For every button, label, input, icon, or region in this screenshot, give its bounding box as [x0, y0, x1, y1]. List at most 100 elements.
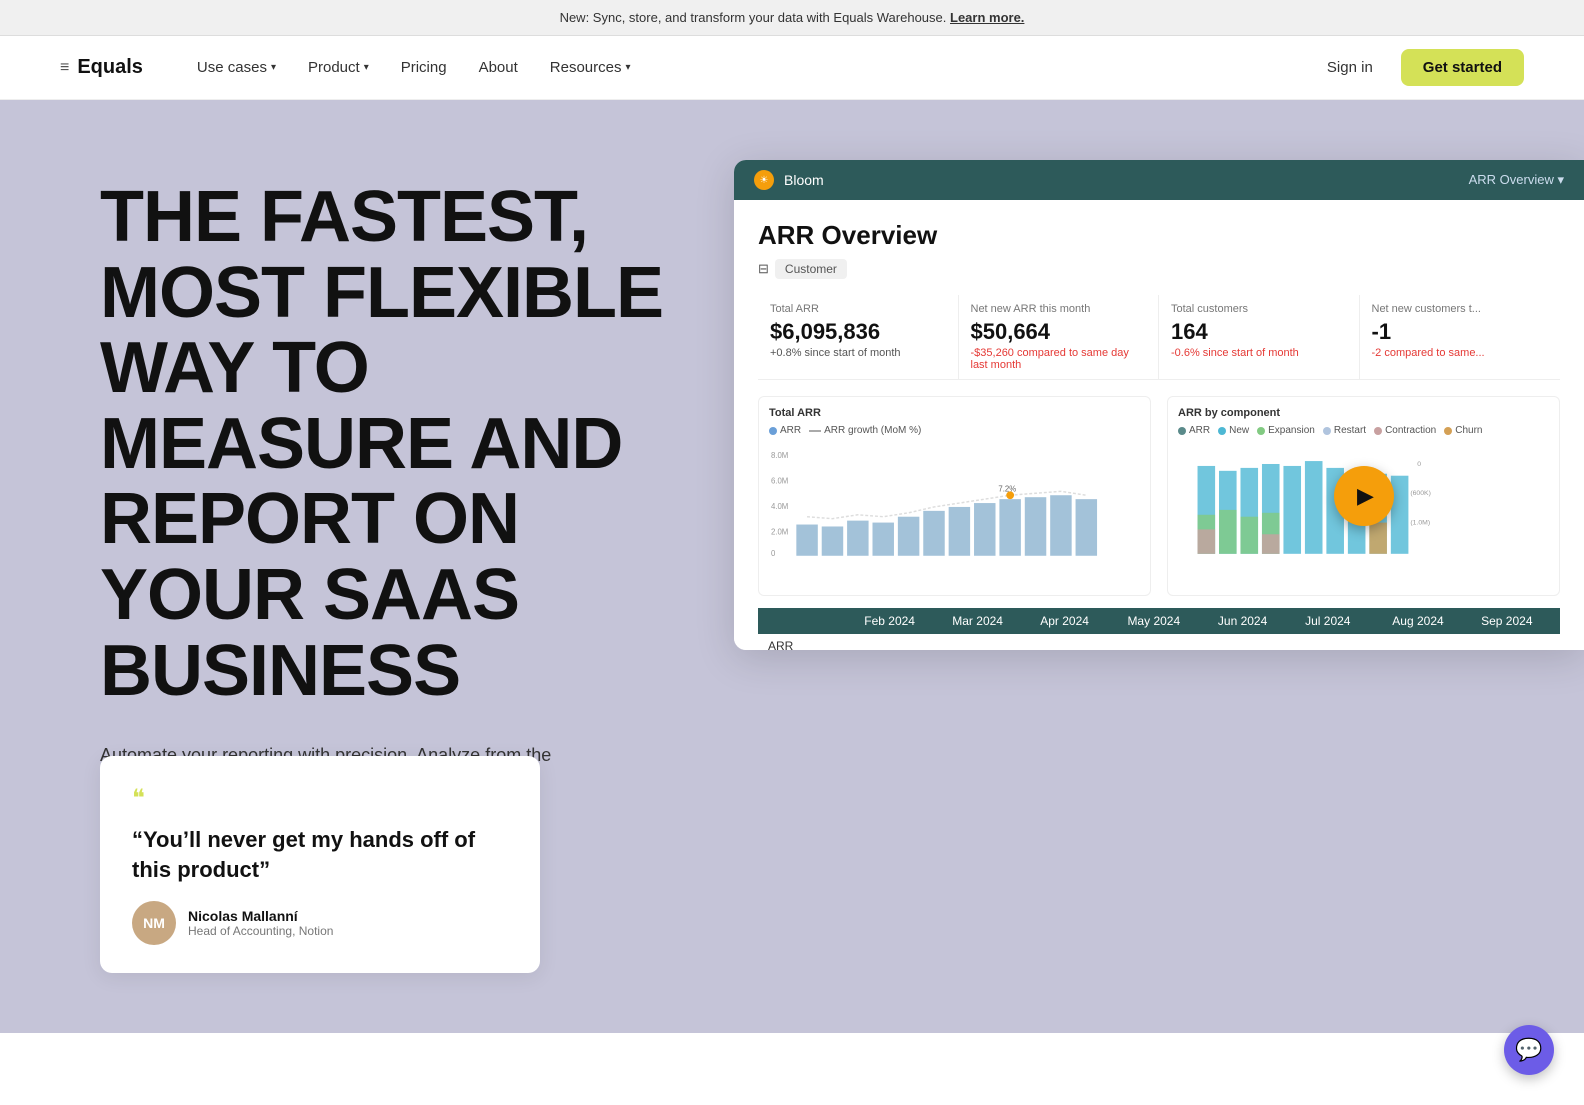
nav-resources[interactable]: Resources ▾	[536, 51, 645, 84]
table-row-arr: ARR	[758, 634, 1560, 650]
author-name: Nicolas Mallanní	[188, 908, 333, 924]
nav-pricing[interactable]: Pricing	[387, 51, 461, 84]
nav-product-label: Product	[308, 59, 360, 76]
svg-text:7.2%: 7.2%	[998, 484, 1016, 493]
metric-value-1: $50,664	[971, 319, 1147, 345]
svg-text:8.0M: 8.0M	[771, 451, 788, 460]
nav-use-cases[interactable]: Use cases ▾	[183, 51, 290, 84]
metric-change-1: -$35,260 compared to same day last month	[971, 347, 1147, 371]
legend-dot-churn	[1444, 427, 1452, 435]
svg-text:4.0M: 4.0M	[771, 502, 788, 511]
chart1-title: Total ARR	[769, 407, 821, 419]
legend-dot-arr-c	[1178, 427, 1186, 435]
nav-about[interactable]: About	[465, 51, 532, 84]
sign-in-button[interactable]: Sign in	[1315, 51, 1385, 84]
metric-change-0: +0.8% since start of month	[770, 347, 946, 359]
metric-label-0: Total ARR	[770, 303, 946, 315]
testimonial-author: NM Nicolas Mallanní Head of Accounting, …	[132, 901, 508, 945]
chevron-down-icon: ▾	[271, 62, 276, 73]
table-header-feb: Feb 2024	[854, 608, 942, 634]
legend-dot-contraction	[1374, 427, 1382, 435]
legend-dot-expansion	[1257, 427, 1265, 435]
charts-row: Total ARR ARR ARR growth (MoM %)	[758, 396, 1560, 596]
nav-links: Use cases ▾ Product ▾ Pricing About Reso…	[183, 51, 1315, 84]
legend-arr-c: ARR	[1178, 425, 1210, 436]
play-button[interactable]: ▶	[1334, 466, 1394, 526]
legend-expansion: Expansion	[1257, 425, 1315, 436]
metric-label-3: Net new customers t...	[1372, 303, 1549, 315]
table-header-jul: Jul 2024	[1295, 608, 1382, 634]
testimonial-card: ❝ “You’ll never get my hands off of this…	[100, 756, 540, 972]
table-header-aug: Aug 2024	[1382, 608, 1471, 634]
svg-text:(600K): (600K)	[1410, 490, 1431, 497]
logo-link[interactable]: ≡ Equals	[60, 56, 143, 79]
arr-chart: Total ARR ARR ARR growth (MoM %)	[758, 396, 1151, 596]
svg-text:2.0M: 2.0M	[771, 527, 788, 536]
legend-churn: Churn	[1444, 425, 1482, 436]
table-header-row	[758, 608, 854, 634]
chevron-down-icon: ▾	[364, 62, 369, 73]
nav-pricing-label: Pricing	[401, 59, 447, 76]
arr-bar-chart: 8.0M 6.0M 4.0M 2.0M 0	[769, 440, 1140, 570]
chart2-title: ARR by component	[1178, 407, 1280, 419]
legend-arr: ARR	[769, 425, 801, 436]
nav-resources-label: Resources	[550, 59, 622, 76]
legend-contraction: Contraction	[1374, 425, 1436, 436]
metric-total-customers: Total customers 164 -0.6% since start of…	[1159, 295, 1360, 379]
get-started-nav-button[interactable]: Get started	[1401, 49, 1524, 86]
metric-label-1: Net new ARR this month	[971, 303, 1147, 315]
announcement-bar: New: Sync, store, and transform your dat…	[0, 0, 1584, 36]
hamburger-icon: ≡	[60, 59, 69, 77]
dashboard-header-left: ☀ Bloom	[754, 170, 824, 190]
dashboard-body: ARR Overview ⊟ Customer Total ARR $6,095…	[734, 200, 1584, 650]
legend-dot-arr	[769, 427, 777, 435]
metric-change-3: -2 compared to same...	[1372, 347, 1549, 359]
chart1-legend: ARR ARR growth (MoM %)	[769, 425, 1140, 436]
arr-data-table: Feb 2024 Mar 2024 Apr 2024 May 2024 Jun …	[758, 608, 1560, 650]
metric-net-new-customers: Net new customers t... -1 -2 compared to…	[1360, 295, 1561, 379]
metric-net-new-arr: Net new ARR this month $50,664 -$35,260 …	[959, 295, 1160, 379]
filter-row: ⊟ Customer	[758, 259, 1560, 279]
author-title: Head of Accounting, Notion	[188, 924, 333, 938]
chart2-legend: ARR New Expansion Restart	[1178, 425, 1549, 436]
svg-text:(1.0M): (1.0M)	[1410, 520, 1430, 527]
chart1-title-row: Total ARR	[769, 407, 1140, 419]
quote-text: “You’ll never get my hands off of this p…	[132, 825, 508, 884]
table-header-jun: Jun 2024	[1208, 608, 1295, 634]
nav-about-label: About	[479, 59, 518, 76]
legend-restart: Restart	[1323, 425, 1366, 436]
table-header-apr: Apr 2024	[1030, 608, 1117, 634]
legend-new: New	[1218, 425, 1249, 436]
table-header-mar: Mar 2024	[942, 608, 1030, 634]
filter-icon: ⊟	[758, 261, 769, 277]
metric-value-0: $6,095,836	[770, 319, 946, 345]
chat-button[interactable]: 💬	[1504, 1025, 1554, 1075]
quote-icon: ❝	[132, 784, 508, 813]
metric-label-2: Total customers	[1171, 303, 1347, 315]
navbar: ≡ Equals Use cases ▾ Product ▾ Pricing A…	[0, 36, 1584, 100]
svg-text:6.0M: 6.0M	[771, 477, 788, 486]
logo-text: Equals	[77, 56, 143, 79]
nav-product[interactable]: Product ▾	[294, 51, 383, 84]
legend-dot-new	[1218, 427, 1226, 435]
metric-value-2: 164	[1171, 319, 1347, 345]
hero-section: THE FASTEST, MOST FLEXIBLE WAY TO MEASUR…	[0, 100, 1584, 1033]
author-info: Nicolas Mallanní Head of Accounting, Not…	[188, 908, 333, 938]
company-name: Bloom	[784, 172, 824, 188]
play-icon: ▶	[1357, 483, 1374, 509]
dashboard-preview: ☀ Bloom ARR Overview ▾ ARR Overview ⊟ Cu…	[734, 160, 1584, 650]
svg-text:0: 0	[1417, 461, 1421, 468]
metric-change-2: -0.6% since start of month	[1171, 347, 1347, 359]
announcement-link[interactable]: Learn more.	[950, 10, 1024, 25]
announcement-text: New: Sync, store, and transform your dat…	[560, 10, 947, 25]
author-avatar: NM	[132, 901, 176, 945]
table-header-may: May 2024	[1117, 608, 1207, 634]
chat-icon: 💬	[1515, 1037, 1542, 1063]
nav-use-cases-label: Use cases	[197, 59, 267, 76]
filter-tag[interactable]: Customer	[775, 259, 847, 279]
metrics-row: Total ARR $6,095,836 +0.8% since start o…	[758, 295, 1560, 380]
author-initials: NM	[143, 915, 165, 931]
table-cell-arr-label: ARR	[758, 634, 854, 650]
dashboard-title: ARR Overview	[758, 220, 1560, 251]
dashboard-header: ☀ Bloom ARR Overview ▾	[734, 160, 1584, 200]
